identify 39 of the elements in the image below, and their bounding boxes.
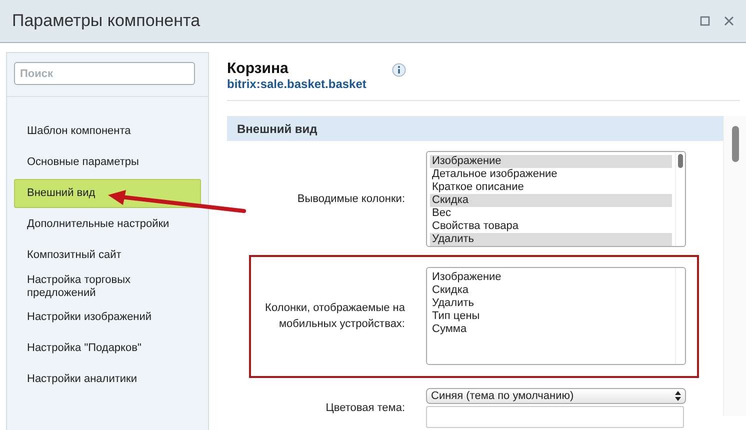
list-option[interactable]: Скидка (430, 194, 672, 207)
list-option[interactable]: Удалить (430, 233, 672, 246)
sidebar-item[interactable]: Дополнительные настройки (14, 210, 201, 239)
sidebar-item[interactable]: Настройка торговых предложений (14, 272, 201, 301)
listbox[interactable]: Изображение Скидка Удалить Тип цены Сумма (426, 267, 686, 365)
component-code: bitrix:sale.basket.basket (227, 77, 368, 91)
sidebar-item[interactable]: Настройки изображений (14, 303, 201, 332)
sidebar-item[interactable]: Основные параметры (14, 148, 201, 177)
list-option[interactable]: Краткое описание (430, 181, 672, 194)
dropdown[interactable]: Синяя (тема по умолчанию) (426, 388, 686, 404)
maximize-icon[interactable] (700, 16, 710, 26)
close-icon[interactable] (724, 16, 734, 26)
list-option[interactable]: Тип цены (430, 310, 672, 323)
field-label: Колонки, отображаемые на мобильных устройствах: (264, 301, 405, 332)
sidebar-item[interactable]: Композитный сайт (14, 241, 201, 270)
sidebar-item[interactable]: Внешний вид (14, 179, 201, 208)
list-option[interactable]: Изображение (430, 271, 672, 284)
scrollbar[interactable] (675, 152, 685, 246)
sidebar-item[interactable]: Настройки аналитики (14, 365, 201, 394)
list-option[interactable]: Изображение (430, 155, 672, 168)
list-option[interactable]: Удалить (430, 297, 672, 310)
search-field[interactable]: Поиск (14, 62, 195, 85)
field-label: Цветовая тема: (324, 401, 405, 416)
text-field[interactable] (426, 406, 684, 428)
scrollbar[interactable] (723, 116, 746, 416)
list-option[interactable]: Вес (430, 207, 672, 220)
list-option[interactable]: Скидка (430, 284, 672, 297)
component-title: Корзина (227, 60, 290, 77)
info-icon[interactable] (392, 63, 406, 77)
sidebar-item[interactable]: Настройка "Подарков" (14, 334, 201, 363)
section-title: Внешний вид (237, 122, 318, 136)
list-option[interactable]: Сумма (430, 323, 672, 336)
sidebar-item[interactable]: Шаблон компонента (14, 117, 201, 146)
list-option[interactable]: Детальное изображение (430, 168, 672, 181)
field-label: Выводимые колонки: (296, 192, 405, 207)
window-title: Параметры компонента (12, 11, 200, 31)
list-option[interactable]: Свойства товара (430, 220, 672, 233)
listbox[interactable]: Изображение Детальное изображение Краткое описание Скидка Вес Свойства товара Удалить (426, 151, 686, 247)
updown-caret-icon (675, 391, 681, 401)
